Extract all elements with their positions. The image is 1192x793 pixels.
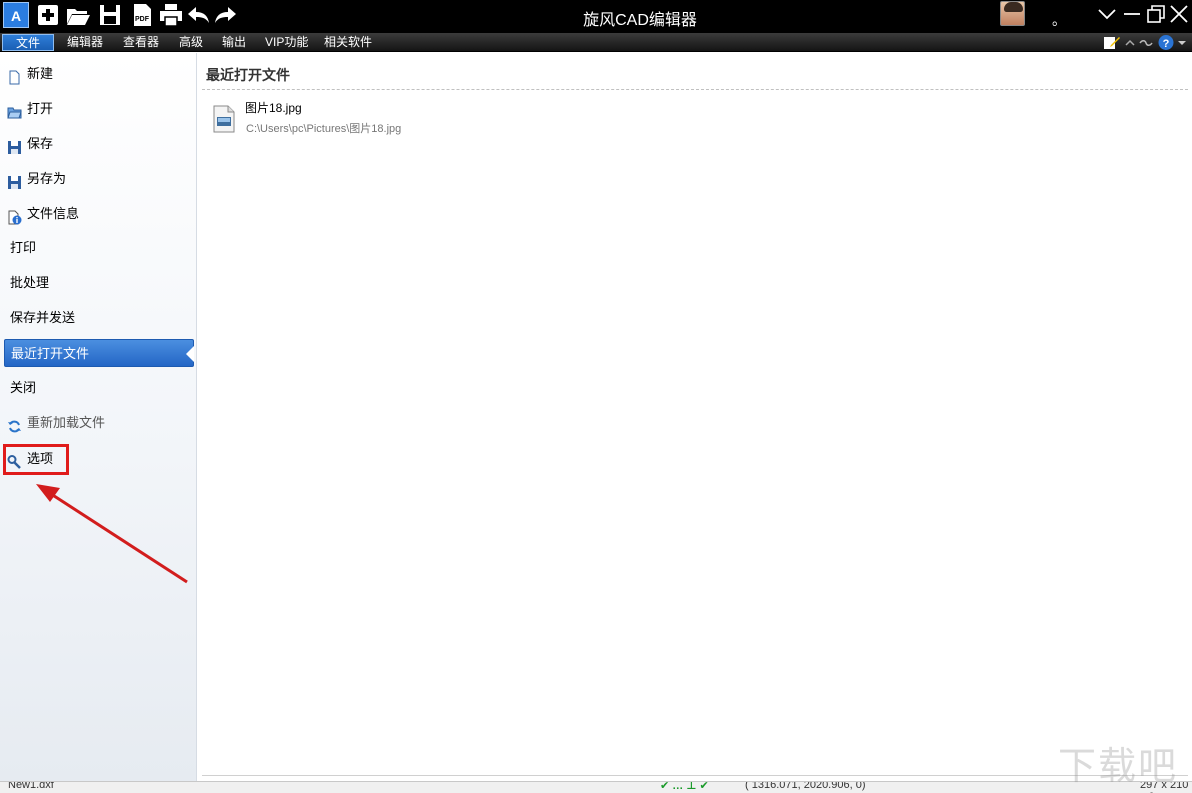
sidebar-item-label: 关闭 <box>10 380 37 395</box>
minimize-button[interactable] <box>1121 3 1143 25</box>
restore-button[interactable] <box>1145 3 1167 25</box>
menu-bar: 文件 编辑器 查看器 高级 输出 VIP功能 相关软件 ? <box>0 33 1192 52</box>
status-bar: New1.dxf ✔ … ⊥ ✔ ( 1316.071, 2020.906, 0… <box>0 781 1192 793</box>
divider <box>202 89 1188 90</box>
status-coordinates: ( 1316.071, 2020.906, 0) <box>745 781 866 791</box>
snap-check-icon[interactable]: ✔ … ⊥ ✔ <box>660 782 709 792</box>
new-file-icon <box>7 67 22 85</box>
sidebar-item-recent-files[interactable]: 最近打开文件 <box>4 339 194 367</box>
sidebar-item-save-as[interactable]: 另存为 <box>4 165 190 193</box>
close-button[interactable] <box>1168 3 1190 25</box>
tab-file[interactable]: 文件 <box>2 34 54 51</box>
redo-icon[interactable] <box>212 2 238 28</box>
title-bar: A PDF 旋风CAD编辑器 。 <box>0 0 1192 33</box>
sidebar-item-label: 批处理 <box>10 275 50 290</box>
save-icon <box>7 137 22 154</box>
help-icon[interactable]: ? <box>1157 34 1175 51</box>
sidebar-item-label: 重新加载文件 <box>27 415 106 430</box>
app-logo-icon[interactable]: A <box>3 2 29 28</box>
tab-viewer[interactable]: 查看器 <box>117 34 165 51</box>
sidebar-item-print[interactable]: 打印 <box>4 234 190 262</box>
tab-output[interactable]: 输出 <box>216 34 252 51</box>
watermark-logo: 下载吧 <box>1058 744 1179 788</box>
sidebar-item-label: 新建 <box>27 66 54 81</box>
svg-text:?: ? <box>1163 38 1170 50</box>
highlight-box <box>3 444 69 475</box>
sidebar-item-close[interactable]: 关闭 <box>4 374 190 402</box>
open-folder-icon[interactable] <box>65 2 91 28</box>
pdf-icon[interactable]: PDF <box>129 2 155 28</box>
link-icon[interactable] <box>1138 34 1154 51</box>
annotation-arrow <box>36 484 188 584</box>
sidebar-item-batch[interactable]: 批处理 <box>4 269 190 297</box>
sidebar-item-save[interactable]: 保存 <box>4 130 190 158</box>
edit-icon[interactable] <box>1103 34 1121 51</box>
svg-text:PDF: PDF <box>135 16 150 23</box>
user-avatar[interactable] <box>1000 1 1025 26</box>
chevron-down-icon[interactable] <box>1096 3 1118 25</box>
chevron-up-icon[interactable] <box>1124 34 1136 51</box>
reload-icon <box>7 416 22 433</box>
selection-notch <box>186 346 194 362</box>
save-as-icon <box>7 172 22 189</box>
status-file-name: New1.dxf <box>8 781 54 791</box>
sidebar-item-file-info[interactable]: 文件信息 <box>4 200 190 228</box>
dropdown-arrow-icon[interactable] <box>1176 34 1188 51</box>
tab-advanced[interactable]: 高级 <box>173 34 209 51</box>
file-info-icon <box>7 207 22 225</box>
sidebar-item-label: 保存 <box>27 136 54 151</box>
sidebar-item-open[interactable]: 打开 <box>4 95 190 123</box>
sidebar-item-label: 保存并发送 <box>10 310 76 325</box>
tab-editor[interactable]: 编辑器 <box>61 34 109 51</box>
sidebar-item-label: 另存为 <box>27 171 67 186</box>
save-icon[interactable] <box>97 2 123 28</box>
sidebar-item-save-and-send[interactable]: 保存并发送 <box>4 304 190 332</box>
new-icon[interactable] <box>35 2 61 28</box>
sidebar-item-label: 打印 <box>10 240 37 255</box>
sidebar-item-label: 文件信息 <box>27 206 80 221</box>
user-name: 。 <box>1052 12 1066 28</box>
image-file-icon <box>213 105 235 133</box>
tab-related-software[interactable]: 相关软件 <box>318 34 378 51</box>
undo-icon[interactable] <box>186 2 212 28</box>
divider <box>202 775 1188 776</box>
open-folder-icon <box>7 102 22 119</box>
file-menu-sidebar: 新建 打开 保存 另存为 文件信息 打印 批处理 保存并发送 最近打开文件 关闭… <box>0 53 197 781</box>
page-title: 最近打开文件 <box>206 67 290 83</box>
sidebar-item-reload[interactable]: 重新加载文件 <box>4 409 190 437</box>
sidebar-item-label: 打开 <box>27 101 54 116</box>
print-icon[interactable] <box>158 2 184 28</box>
sidebar-item-label: 最近打开文件 <box>11 346 90 361</box>
recent-files-panel: 最近打开文件 图片18.jpg C:\Users\pc\Pictures\图片1… <box>198 53 1192 781</box>
window-title: 旋风CAD编辑器 <box>583 12 697 29</box>
tab-vip[interactable]: VIP功能 <box>259 34 314 51</box>
recent-file-name: 图片18.jpg <box>245 101 302 115</box>
recent-file-path: C:\Users\pc\Pictures\图片18.jpg <box>246 123 402 135</box>
recent-file-item[interactable]: 图片18.jpg C:\Users\pc\Pictures\图片18.jpg <box>208 95 468 137</box>
sidebar-item-new[interactable]: 新建 <box>4 60 190 88</box>
